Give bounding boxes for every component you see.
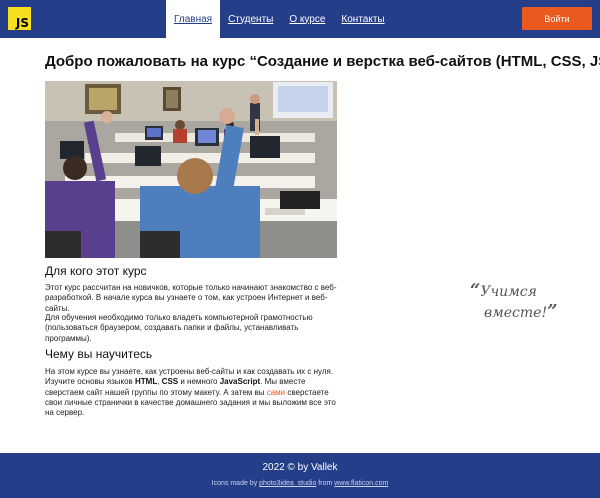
audience-paragraph-2: Для обучения необходимо только владеть к… [45,313,313,343]
js-term: JavaScript [219,377,261,387]
footer-credits: Icons made by photo3idea_studio from www… [0,480,600,487]
credit-author-link[interactable]: photo3idea_studio [259,480,316,487]
js-logo-text: JS [15,16,29,30]
login-button[interactable]: Войти [522,7,592,30]
quote-open-mark: “ [470,280,481,301]
credit-mid: from [316,480,335,487]
classroom-photo-illustration [45,81,337,258]
top-navbar: JS Главная Студенты О курсе Контакты Вой… [0,0,600,38]
nav-item-students[interactable]: Студенты [220,0,281,38]
quote-line-1: Учимся [480,284,537,300]
section-heading-audience: Для кого этот курс [45,264,147,278]
section-heading-learn: Чему вы научитесь [45,347,153,361]
self-link[interactable]: сами [267,388,285,397]
learn-text: и немного [178,377,220,387]
audience-paragraph-1: Этот курс рассчитан на новичков, которые… [45,283,337,313]
quote-close-mark: ” [547,301,558,322]
flaticon-link[interactable]: www.flaticon.com [334,480,388,487]
quote-line-2: вместе! [484,305,548,321]
html-term: HTML [135,377,158,387]
main-nav: Главная Студенты О курсе Контакты [166,0,393,38]
js-logo[interactable]: JS [8,7,31,30]
nav-item-home[interactable]: Главная [166,0,221,38]
footer-copyright: 2022 © by Vallek [262,462,338,473]
nav-item-contacts[interactable]: Контакты [333,0,392,38]
css-term: CSS [161,377,179,387]
credit-prefix: Icons made by [211,480,260,487]
motto-quote: “Учимся вместе!” [470,281,557,323]
page-title: Добро пожаловать на курс “Создание и вер… [45,53,600,70]
learn-paragraph: На этом курсе вы узнаете, как устроены в… [45,367,341,418]
footer: 2022 © by Vallek Icons made by photo3ide… [0,453,600,498]
nav-item-about[interactable]: О курсе [281,0,333,38]
classroom-photo [45,81,337,258]
